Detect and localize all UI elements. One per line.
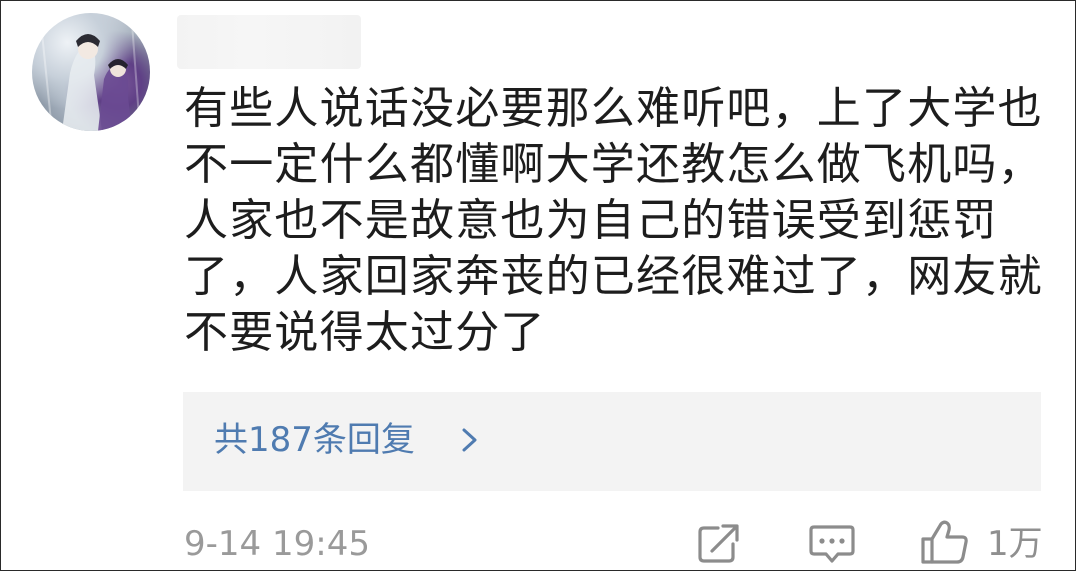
comment-line: 有些人说话没必要那么难听吧，上了大学也	[184, 83, 1043, 134]
share-icon	[698, 524, 739, 563]
chevron-right-icon	[462, 428, 477, 452]
comment-line: 不一定什么都懂啊大学还教怎么做飞机吗，	[184, 139, 1043, 190]
comment-line: 人家也不是故意也为自己的错误受到惩罚	[184, 195, 998, 246]
thumbs-up-icon	[921, 520, 968, 564]
comment-line: 了，人家回家奔丧的已经很难过了，网友就	[184, 251, 1043, 302]
comment-icon	[809, 525, 855, 563]
comment-card: 有些人说话没必要那么难听吧，上了大学也 不一定什么都懂啊大学还教怎么做飞机吗， …	[0, 0, 1076, 571]
like-count: 1万	[987, 524, 1043, 564]
reply-button[interactable]	[807, 519, 857, 565]
comment-timestamp: 9-14 19:45	[184, 524, 370, 564]
replies-count-label: 共187条回复	[214, 420, 415, 460]
like-button[interactable]	[919, 519, 971, 565]
avatar-illustration	[41, 22, 141, 131]
username-blurred[interactable]	[177, 15, 361, 69]
share-button[interactable]	[694, 519, 742, 565]
comment-line: 不要说得太过分了	[184, 307, 546, 358]
comment-text: 有些人说话没必要那么难听吧，上了大学也 不一定什么都懂啊大学还教怎么做飞机吗， …	[184, 81, 1054, 361]
avatar[interactable]	[32, 13, 150, 131]
view-replies-button[interactable]: 共187条回复	[183, 392, 1041, 491]
